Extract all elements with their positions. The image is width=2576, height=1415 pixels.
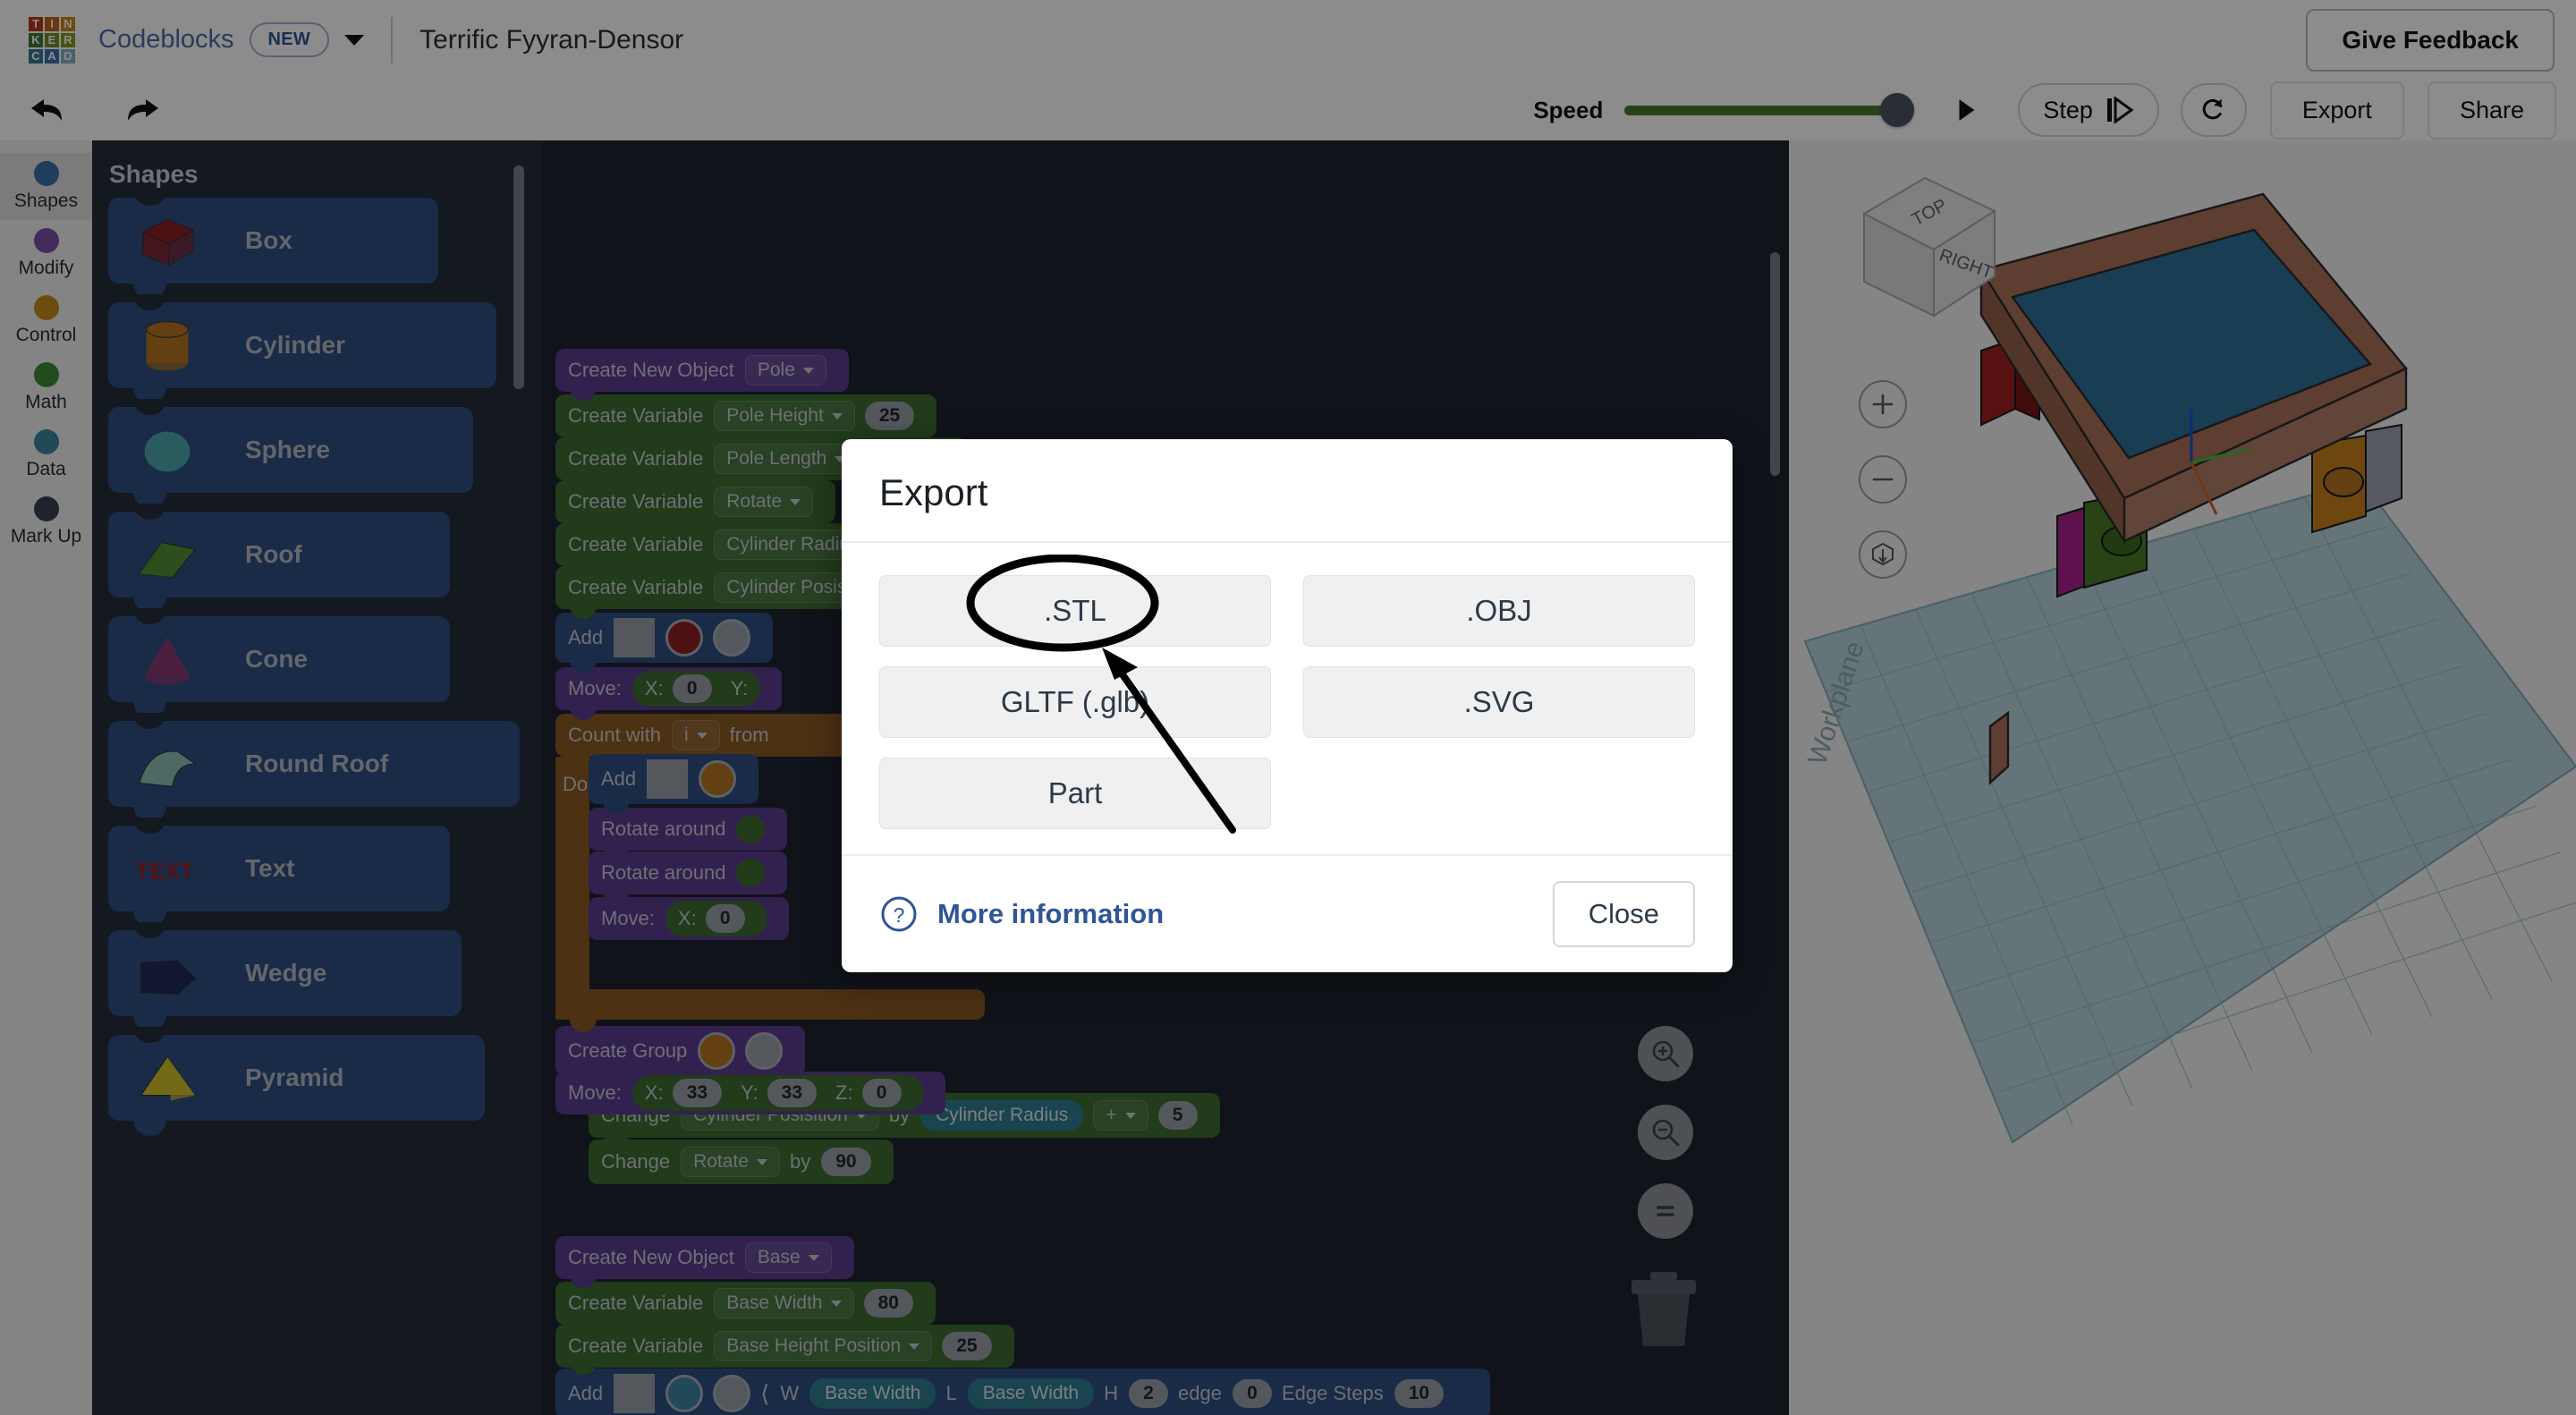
tinkercad-codeblocks-app: TINKERCAD Codeblocks NEW Terrific Fyyran… — [0, 0, 2576, 1415]
export-dialog-title: Export — [879, 471, 1695, 514]
export-option-svg[interactable]: .SVG — [1303, 666, 1695, 738]
export-option-part[interactable]: Part — [879, 758, 1271, 829]
more-information-link[interactable]: ? More information — [879, 894, 1164, 934]
export-option-gltf-glb[interactable]: GLTF (.glb) — [879, 666, 1271, 738]
more-information-label: More information — [937, 898, 1164, 930]
question-circle-icon: ? — [879, 894, 919, 934]
export-option-obj[interactable]: .OBJ — [1303, 575, 1695, 647]
export-dialog: Export .STL .OBJ GLTF (.glb) .SVG Part ? Mor… — [842, 439, 1733, 972]
export-options-grid: .STL .OBJ GLTF (.glb) .SVG Part — [842, 543, 1733, 854]
export-option-stl[interactable]: .STL — [879, 575, 1271, 647]
close-button[interactable]: Close — [1553, 881, 1695, 947]
export-dialog-header: Export — [842, 439, 1733, 543]
export-dialog-footer: ? More information Close — [842, 854, 1733, 972]
svg-text:?: ? — [894, 903, 905, 927]
